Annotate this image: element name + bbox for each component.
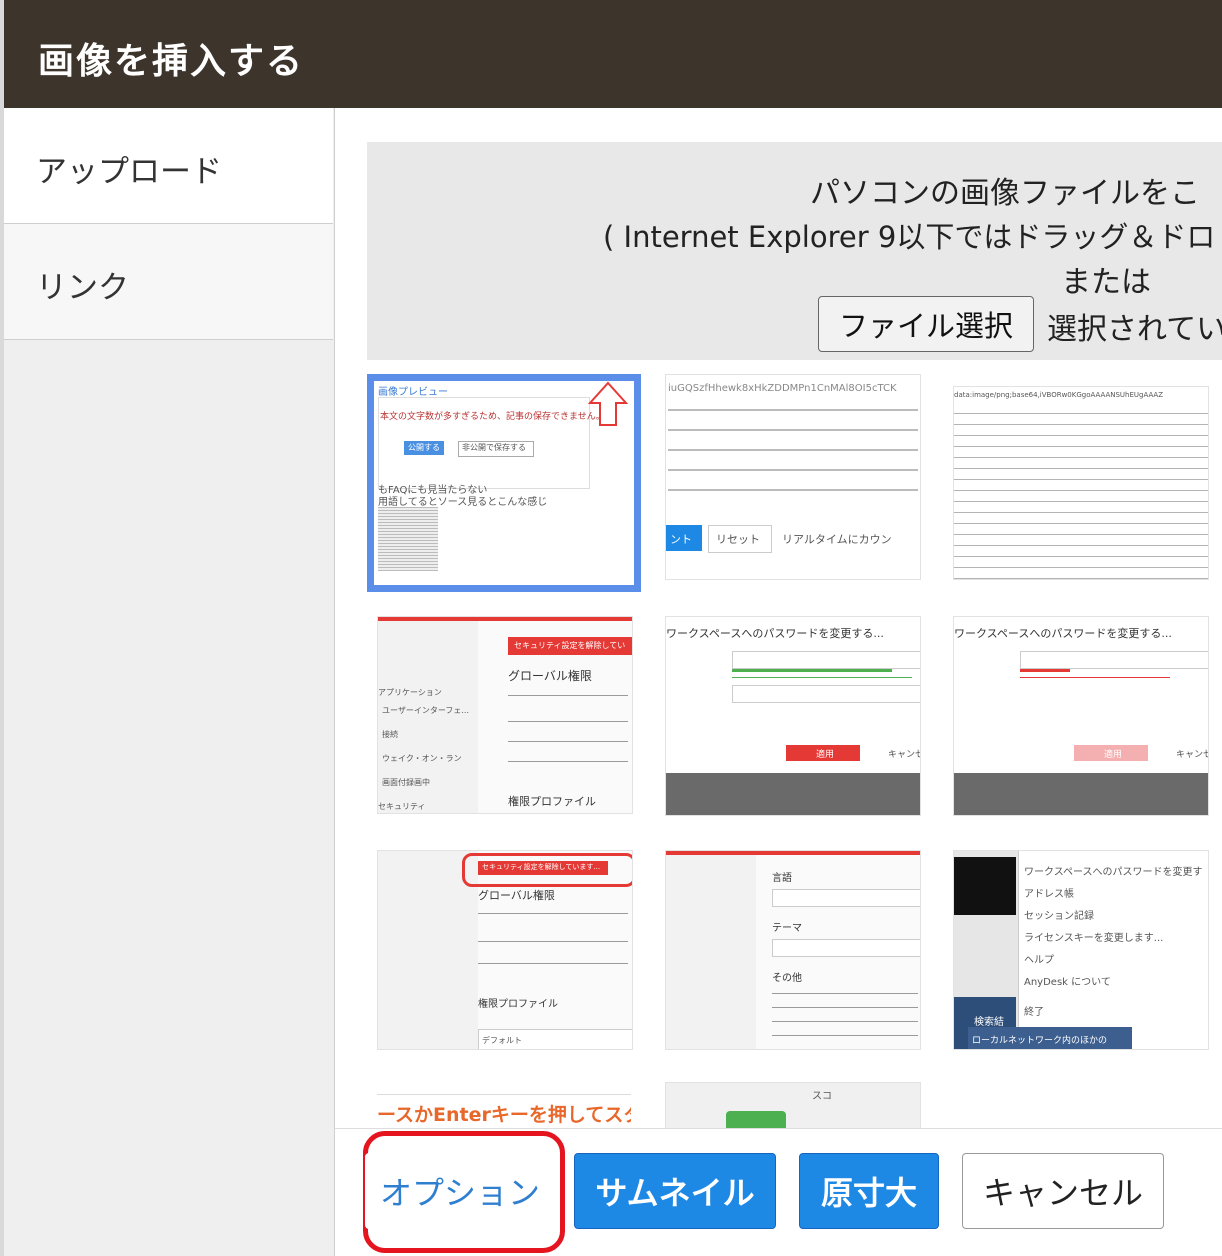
tab-link[interactable]: リンク	[4, 224, 333, 340]
thumb-text: デフォルト	[482, 1036, 522, 1045]
thumb-text: ワークスペースへのパスワードを変更す	[1024, 867, 1203, 878]
thumb-text: 公開する	[408, 443, 440, 452]
image-thumbnail[interactable]: ースかEnterキーを押してスタ	[377, 1084, 631, 1132]
thumb-code-block	[954, 403, 1208, 579]
thumb-text: スコ	[812, 1091, 832, 1102]
thumb-text: 画像プレビュー	[378, 387, 448, 398]
thumb-text: セッション記録	[1024, 911, 1094, 922]
image-thumbnail[interactable]: data:image/png;base64,iVBORw0KGgoAAAANSU…	[953, 386, 1209, 580]
tab-column: アップロード リンク	[4, 108, 335, 1256]
thumb-text: リアルタイムにカウン	[782, 533, 892, 546]
image-thumbnail[interactable]: ワークスペースへのパスワードを変更する... 適用 キャンセ	[953, 616, 1209, 816]
thumb-input	[732, 651, 920, 669]
image-thumbnail[interactable]: セキュリティ設定を解除してい グローバル権限 アプリケーション ユーザーインター…	[377, 616, 633, 814]
image-thumbnail-grid: 画像プレビュー 本文の文字数が多すぎるため、記事の保存できません。 公開する 非…	[367, 372, 1222, 1132]
thumb-text: ント	[670, 533, 692, 546]
dropzone-ie-note: ( Internet Explorer 9以下ではドラッグ＆ドロ	[603, 220, 1216, 254]
image-thumbnail[interactable]: セキュリティ設定を解除しています... グローバル権限 権限プロファイル デフォ…	[377, 850, 633, 1050]
image-thumbnail[interactable]: ワークスペースへのパスワードを変更する... 適用 キャンセ	[665, 616, 921, 816]
thumb-code-block	[378, 507, 438, 571]
thumb-text: 言語	[772, 873, 792, 884]
dialog-titlebar: 画像を挿入する	[4, 0, 1222, 108]
thumb-text: セキュリティ設定を解除しています...	[482, 863, 601, 871]
thumb-text: ライセンスキーを変更します...	[1024, 933, 1164, 944]
thumb-text: iuGQSzfHhewk8xHkZDDMPn1CnMAl8OI5cTCK	[668, 383, 897, 394]
tab-link-label: リンク	[36, 270, 129, 306]
thumb-text: 終了	[1024, 1007, 1044, 1018]
thumbnail-button[interactable]: サムネイル	[574, 1153, 776, 1229]
thumb-text: 適用	[1104, 750, 1123, 760]
red-arrow-icon	[588, 381, 628, 426]
thumb-text: リセット	[716, 533, 760, 546]
image-thumbnail[interactable]: 画像プレビュー 本文の文字数が多すぎるため、記事の保存できません。 公開する 非…	[367, 374, 641, 592]
tab-upload-label: アップロード	[36, 154, 222, 190]
thumb-text: グローバル権限	[478, 889, 555, 902]
cancel-button[interactable]: キャンセル	[962, 1153, 1164, 1229]
thumb-text: 本文の文字数が多すぎるため、記事の保存できません。	[380, 412, 605, 422]
thumb-text: その他	[772, 973, 802, 984]
dialog-title: 画像を挿入する	[38, 41, 305, 82]
thumb-text: ワークスペースへのパスワードを変更する...	[666, 627, 884, 640]
image-thumbnail[interactable]: 言語 テーマ その他	[665, 850, 921, 1050]
thumb-black-area	[954, 857, 1016, 915]
thumb-text: ウェイク・オン・ラン	[382, 754, 462, 763]
tab-upload[interactable]: アップロード	[4, 108, 333, 224]
thumb-text: テーマ	[772, 923, 802, 934]
option-button[interactable]: オプション	[365, 1153, 555, 1229]
thumb-text: 画面付録画中	[382, 778, 430, 787]
thumb-text: グローバル権限	[508, 669, 592, 683]
thumb-text: ワークスペースへのパスワードを変更する...	[954, 627, 1172, 640]
thumb-sidebar	[666, 855, 756, 1049]
thumb-text: 適用	[816, 750, 835, 760]
thumb-menu	[1018, 851, 1208, 1049]
thumb-text: 接続	[382, 730, 398, 739]
dropzone-or: または	[1061, 265, 1151, 300]
thumb-text: data:image/png;base64,iVBORw0KGgoAAAANSU…	[954, 391, 1164, 399]
file-select-button[interactable]: ファイル選択	[818, 296, 1034, 352]
fullsize-button[interactable]: 原寸大	[799, 1153, 939, 1229]
thumb-text: ローカルネットワーク内のほかの	[972, 1036, 1108, 1046]
upload-dropzone[interactable]: パソコンの画像ファイルをこ ( Internet Explorer 9以下ではド…	[367, 142, 1222, 360]
image-thumbnail[interactable]: スコ	[665, 1082, 921, 1132]
thumb-select	[772, 939, 920, 957]
thumb-input	[1020, 651, 1208, 669]
thumb-text: 権限プロファイル	[508, 795, 596, 808]
insert-image-dialog: 画像を挿入する アップロード リンク パソコンの画像ファイルをこ ( Inter…	[0, 0, 1222, 1256]
dropzone-instruction: パソコンの画像ファイルをこ	[810, 176, 1200, 211]
thumb-text: キャンセ	[888, 750, 921, 760]
file-status-text: 選択されてい	[1047, 312, 1222, 347]
thumb-select	[772, 889, 920, 907]
thumb-text: アプリケーション	[378, 688, 442, 697]
thumb-text: 検索結	[974, 1017, 1004, 1028]
dialog-footer: オプション サムネイル 原寸大 キャンセル	[335, 1128, 1222, 1256]
thumb-text: セキュリティ	[378, 802, 426, 811]
thumb-text: キャンセ	[1176, 750, 1209, 760]
thumb-input	[732, 685, 920, 703]
thumb-text: ユーザーインターフェ...	[382, 706, 469, 715]
thumb-text: セキュリティ設定を解除してい	[514, 641, 626, 650]
thumb-text: 非公開で保存する	[462, 443, 526, 452]
thumb-text: 権限プロファイル	[478, 999, 558, 1010]
thumb-text: AnyDesk について	[1024, 977, 1111, 988]
image-thumbnail[interactable]: iuGQSzfHhewk8xHkZDDMPn1CnMAl8OI5cTCK ント …	[665, 374, 921, 580]
image-thumbnail[interactable]: ワークスペースへのパスワードを変更す アドレス帳 セッション記録 ライセンスキー…	[953, 850, 1209, 1050]
thumb-text: アドレス帳	[1024, 889, 1074, 900]
thumb-text: ヘルプ	[1024, 955, 1054, 966]
thumb-text: 用語してるとソース見るとこんな感じ	[378, 497, 548, 508]
thumb-text: ースかEnterキーを押してスタ	[377, 1104, 631, 1126]
